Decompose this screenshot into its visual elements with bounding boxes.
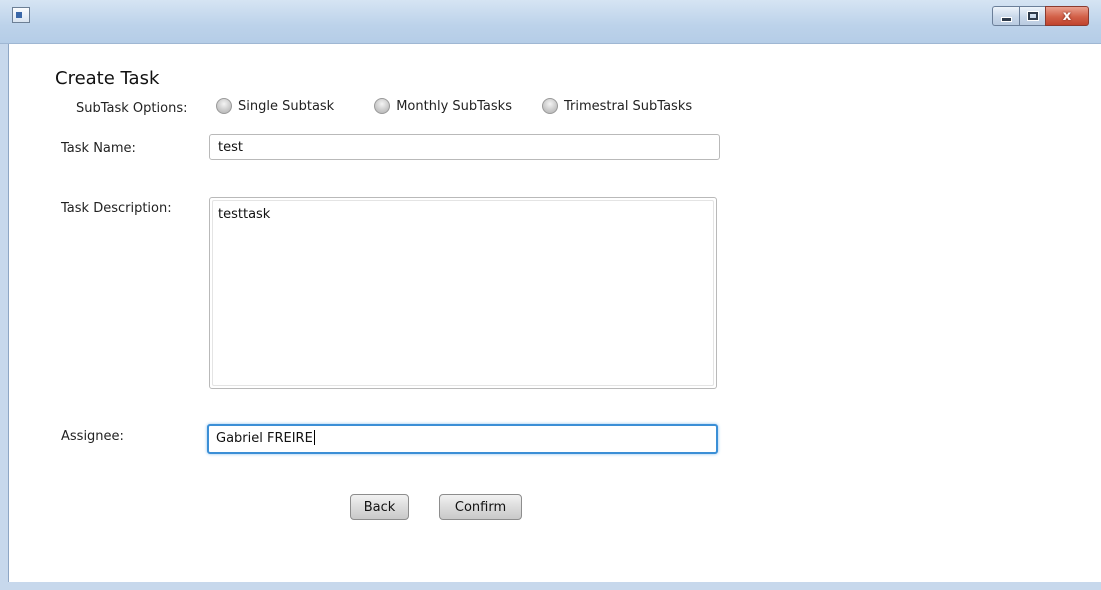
assignee-label: Assignee: <box>61 429 124 444</box>
text-caret <box>313 430 315 445</box>
app-window: x Create Task SubTask Options: Single Su… <box>0 0 1101 590</box>
subtask-options-group: Single Subtask Monthly SubTasks Trimestr… <box>216 98 692 114</box>
assignee-input[interactable]: Gabriel FREIRE <box>207 424 718 454</box>
task-description-value: testtask <box>218 207 271 222</box>
radio-circle-icon[interactable] <box>541 98 558 114</box>
maximize-icon <box>1027 12 1038 20</box>
task-name-label: Task Name: <box>61 141 136 156</box>
minimize-button[interactable] <box>992 6 1019 26</box>
task-name-value: test <box>218 140 243 155</box>
minimize-icon <box>1001 17 1011 21</box>
radio-label: Trimestral SubTasks <box>563 98 693 114</box>
close-icon: x <box>1062 8 1072 24</box>
window-controls: x <box>992 6 1089 26</box>
page-title: Create Task <box>55 68 160 89</box>
assignee-value: Gabriel FREIRE <box>216 431 313 446</box>
radio-circle-icon[interactable] <box>374 98 391 114</box>
radio-single-subtask[interactable]: Single Subtask <box>216 98 334 114</box>
task-description-label: Task Description: <box>61 201 172 216</box>
title-bar[interactable]: x <box>0 0 1101 44</box>
textarea-inner-border <box>212 200 714 386</box>
task-name-input[interactable]: test <box>209 134 720 160</box>
app-icon <box>12 7 30 23</box>
confirm-button[interactable]: Confirm <box>439 494 522 520</box>
radio-circle-icon[interactable] <box>216 98 232 114</box>
radio-label: Single Subtask <box>238 98 335 114</box>
radio-monthly-subtasks[interactable]: Monthly SubTasks <box>374 98 512 114</box>
back-button[interactable]: Back <box>350 494 409 520</box>
task-description-textarea[interactable]: testtask <box>209 197 717 389</box>
maximize-button[interactable] <box>1019 6 1045 26</box>
radio-trimestral-subtasks[interactable]: Trimestral SubTasks <box>541 98 693 114</box>
radio-label: Monthly SubTasks <box>396 98 512 114</box>
close-button[interactable]: x <box>1045 6 1089 26</box>
subtask-options-label: SubTask Options: <box>76 101 188 116</box>
